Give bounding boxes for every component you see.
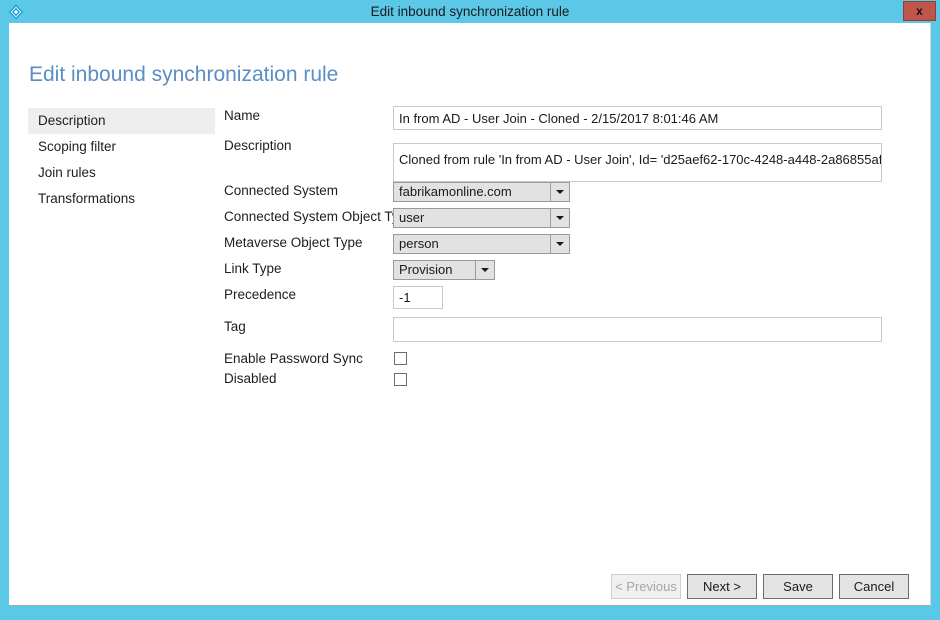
close-icon[interactable]: x (903, 1, 936, 21)
connected-system-object-type-label: Connected System Object Type (224, 209, 414, 224)
enable-password-sync-checkbox[interactable] (394, 352, 407, 365)
page-title: Edit inbound synchronization rule (29, 63, 339, 86)
precedence-label: Precedence (224, 287, 297, 302)
disabled-checkbox[interactable] (394, 373, 407, 386)
enable-password-sync-label: Enable Password Sync (224, 351, 363, 366)
metaverse-object-type-value: person (399, 236, 439, 251)
sidebar-item-transformations[interactable]: Transformations (28, 186, 215, 212)
save-button[interactable]: Save (763, 574, 833, 599)
sidebar-item-label: Scoping filter (38, 139, 117, 154)
tag-label: Tag (224, 319, 246, 334)
cancel-button[interactable]: Cancel (839, 574, 909, 599)
title-bar: Edit inbound synchronization rule x (0, 0, 940, 23)
sidebar-item-scoping-filter[interactable]: Scoping filter (28, 134, 215, 160)
link-type-label: Link Type (224, 261, 282, 276)
next-button[interactable]: Next > (687, 574, 757, 599)
connected-system-value: fabrikamonline.com (399, 184, 512, 199)
chevron-down-icon[interactable] (475, 261, 494, 279)
precedence-input[interactable] (393, 286, 443, 309)
disabled-label: Disabled (224, 371, 277, 386)
sidebar-item-label: Transformations (38, 191, 136, 206)
link-type-value: Provision (399, 262, 453, 277)
name-label: Name (224, 108, 261, 123)
connected-system-label: Connected System (224, 183, 339, 198)
edit-sync-rule-window: Edit inbound synchronization rule x Edit… (0, 0, 940, 620)
chevron-down-icon[interactable] (550, 235, 569, 253)
name-input[interactable] (393, 106, 882, 130)
tag-input[interactable] (393, 317, 882, 342)
wizard-nav: Description Scoping filter Join rules Tr… (28, 108, 215, 212)
metaverse-object-type-dropdown[interactable]: person (393, 234, 570, 254)
chevron-down-icon[interactable] (550, 183, 569, 201)
previous-button[interactable]: < Previous (611, 574, 681, 599)
connected-system-dropdown[interactable]: fabrikamonline.com (393, 182, 570, 202)
sidebar-item-join-rules[interactable]: Join rules (28, 160, 215, 186)
sidebar-item-label: Description (38, 113, 106, 128)
connected-system-object-type-dropdown[interactable]: user (393, 208, 570, 228)
window-title: Edit inbound synchronization rule (370, 4, 570, 19)
description-label: Description (224, 138, 292, 153)
chevron-down-icon[interactable] (550, 209, 569, 227)
client-area: Edit inbound synchronization rule Descri… (9, 23, 931, 606)
sidebar-item-label: Join rules (38, 165, 96, 180)
metaverse-object-type-label: Metaverse Object Type (224, 235, 363, 250)
connected-system-object-type-value: user (399, 210, 425, 225)
description-textarea[interactable]: Cloned from rule 'In from AD - User Join… (393, 143, 882, 182)
sidebar-item-description[interactable]: Description (28, 108, 215, 134)
link-type-dropdown[interactable]: Provision (393, 260, 495, 280)
